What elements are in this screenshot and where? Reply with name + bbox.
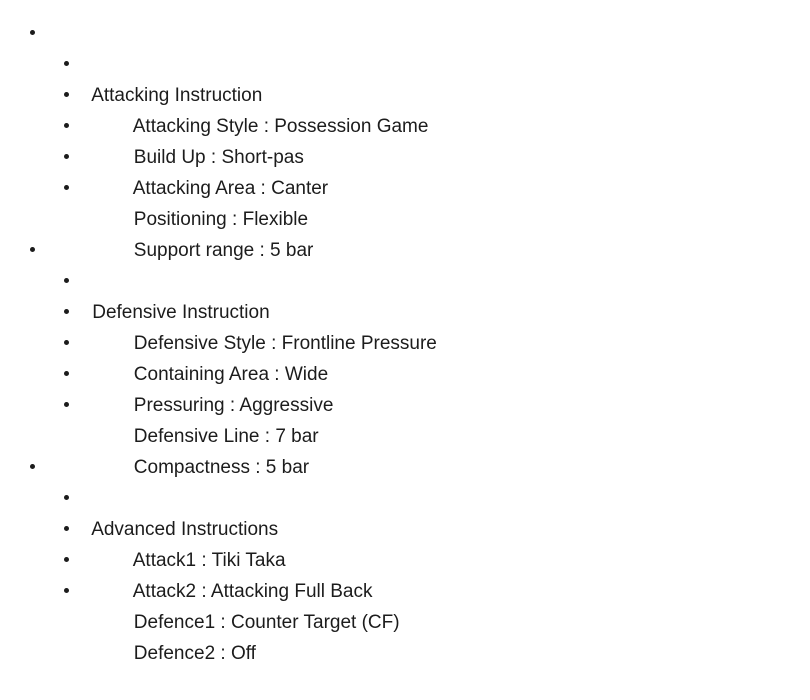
list-item: Defence2 : Off	[0, 576, 810, 664]
bullet-dot-icon	[30, 18, 35, 49]
bullet-dot-icon	[64, 49, 69, 80]
bullet-dot-icon	[64, 173, 69, 204]
bullet-dot-icon	[30, 235, 35, 266]
list-item: Build Up : Short-pas	[0, 80, 810, 168]
list-item: Defensive Style : Frontline Pressure	[0, 266, 810, 354]
instruction-group-advanced: Advanced Instructions Attack1 : Tiki Tak…	[0, 452, 810, 664]
instruction-item-label: Defence1 : Counter Target (CF)	[133, 612, 400, 633]
list-item: Attacking Style : Possession Game	[0, 49, 810, 137]
list-item: Attack1 : Tiki Taka	[0, 483, 810, 571]
instruction-items-list: Attack1 : Tiki Taka Attack2 : Attacking …	[0, 483, 810, 664]
bullet-dot-icon	[64, 514, 69, 545]
instruction-item-label: Positioning : Flexible	[133, 209, 309, 230]
bullet-dot-icon	[64, 576, 69, 607]
bullet-dot-icon	[64, 80, 69, 111]
bullet-dot-icon	[64, 390, 69, 421]
list-item: Support range : 5 bar	[0, 173, 810, 261]
bullet-dot-icon	[64, 266, 69, 297]
list-item: Attacking Area : Canter	[0, 111, 810, 199]
bullet-dot-icon	[64, 328, 69, 359]
instruction-items-list: Defensive Style : Frontline Pressure Con…	[0, 266, 810, 478]
list-item: Defence1 : Counter Target (CF)	[0, 545, 810, 633]
bullet-dot-icon	[64, 111, 69, 142]
list-item: Compactness : 5 bar	[0, 390, 810, 478]
instruction-item-label: Defensive Line : 7 bar	[133, 426, 319, 447]
bullet-dot-icon	[64, 545, 69, 576]
instruction-groups-list: Attacking Instruction Attacking Style : …	[0, 18, 810, 664]
instruction-items-list: Attacking Style : Possession Game Build …	[0, 49, 810, 261]
list-item: Positioning : Flexible	[0, 142, 810, 230]
list-item: Defensive Line : 7 bar	[0, 359, 810, 447]
instruction-item-label: Defence2 : Off	[133, 643, 256, 664]
instruction-group-defensive: Defensive Instruction Defensive Style : …	[0, 235, 810, 478]
bullet-dot-icon	[64, 359, 69, 390]
group-heading-row: Defensive Instruction	[0, 235, 810, 323]
instruction-group-attacking: Attacking Instruction Attacking Style : …	[0, 18, 810, 261]
bullet-dot-icon	[64, 297, 69, 328]
group-heading-row: Attacking Instruction	[0, 18, 810, 106]
list-item: Containing Area : Wide	[0, 297, 810, 385]
instructions-document: Attacking Instruction Attacking Style : …	[0, 0, 810, 664]
group-heading-row: Advanced Instructions	[0, 452, 810, 540]
bullet-dot-icon	[64, 142, 69, 173]
list-item: Pressuring : Aggressive	[0, 328, 810, 416]
list-item: Attack2 : Attacking Full Back	[0, 514, 810, 602]
bullet-dot-icon	[30, 452, 35, 483]
bullet-dot-icon	[64, 483, 69, 514]
